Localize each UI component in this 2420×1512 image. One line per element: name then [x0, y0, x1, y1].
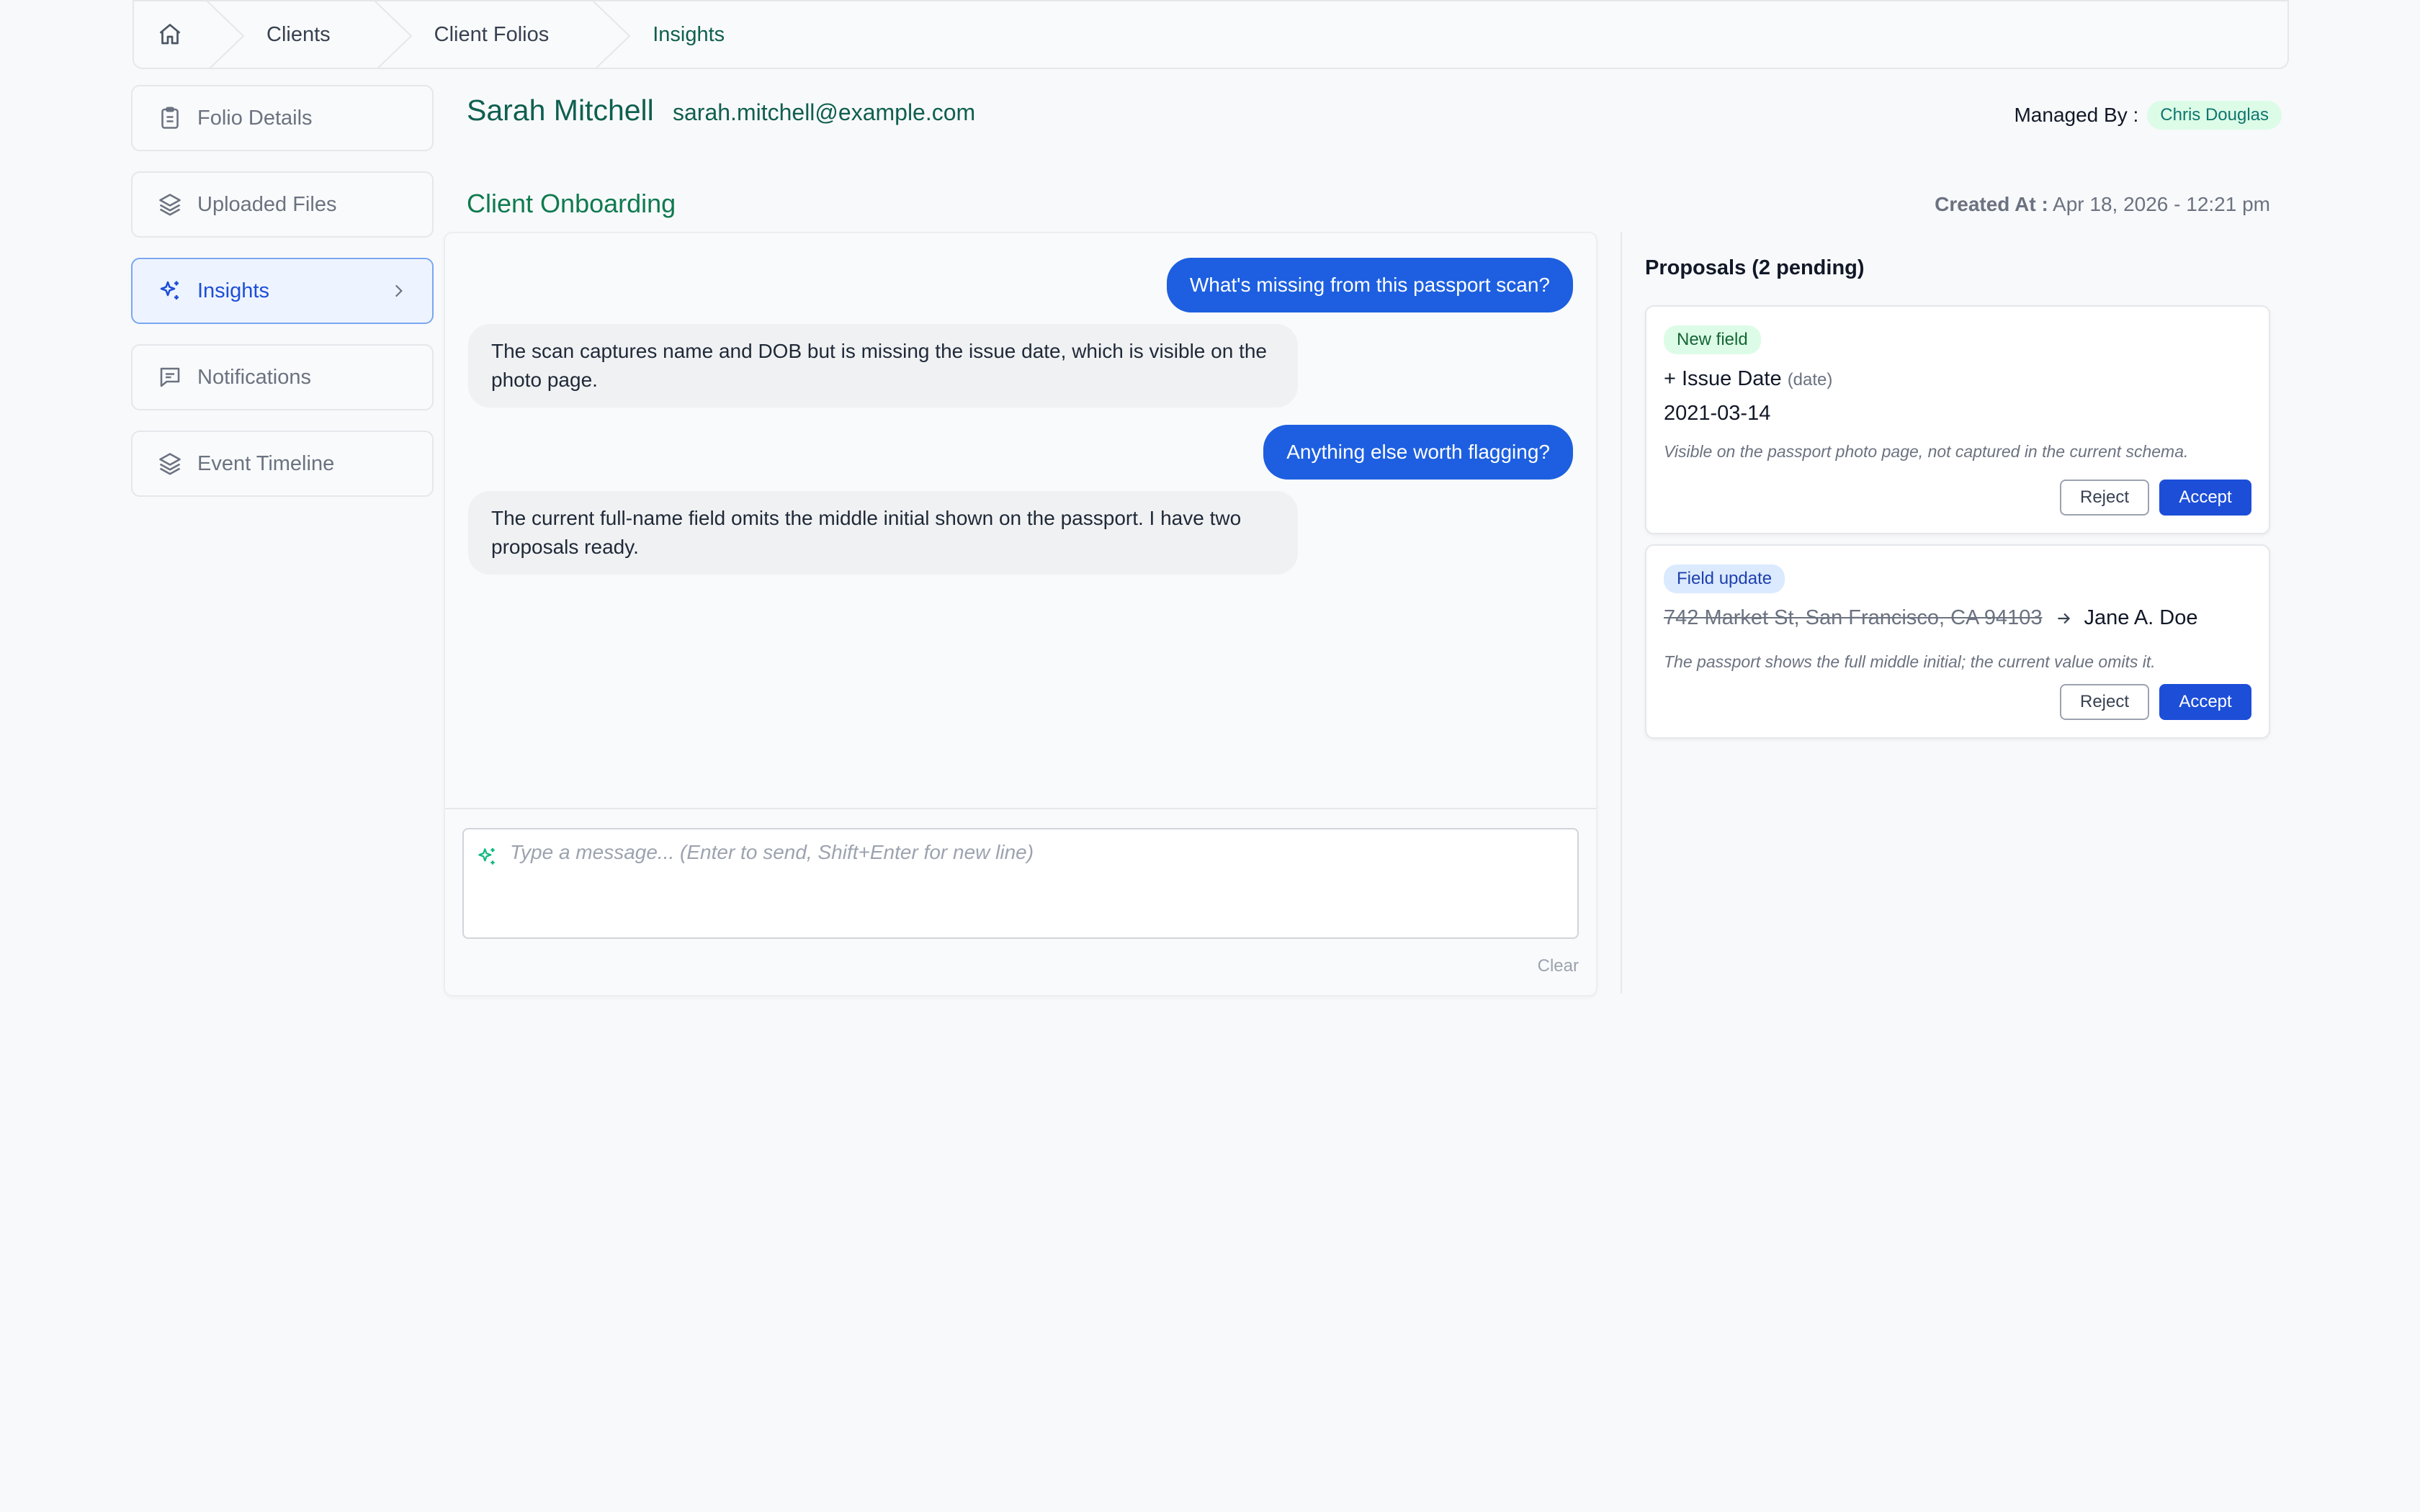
- proposal-note: Visible on the passport photo page, not …: [1664, 442, 2189, 461]
- managed-by: Managed By : Chris Douglas: [2014, 101, 2282, 130]
- breadcrumb-clients[interactable]: Clients: [245, 1, 374, 68]
- proposal-tag: New field: [1664, 325, 1761, 354]
- proposal-field-value: 2021-03-14: [1664, 402, 1771, 425]
- proposal-field-name: + Issue Date (date): [1664, 367, 1832, 391]
- breadcrumb-separator: [207, 1, 245, 68]
- home-icon: [159, 24, 181, 45]
- breadcrumb-separator: [593, 1, 631, 68]
- proposal-note: The passport shows the full middle initi…: [1664, 652, 2156, 671]
- created-at-value: Apr 18, 2026 - 12:21 pm: [2053, 193, 2270, 215]
- sidebar-item-event-timeline[interactable]: Event Timeline: [131, 431, 434, 497]
- sparkles-icon: [478, 848, 495, 865]
- proposals-title: Proposals (2 pending): [1645, 256, 1865, 279]
- message-input[interactable]: [510, 841, 1561, 927]
- message-square-icon: [160, 367, 180, 387]
- chat-divider: [445, 808, 1596, 809]
- reject-button[interactable]: Reject: [2060, 480, 2149, 516]
- clipboard-icon: [161, 107, 179, 129]
- accept-button[interactable]: Accept: [2159, 684, 2251, 720]
- sidebar-item-label: Insights: [197, 279, 269, 302]
- message-composer: [462, 828, 1579, 939]
- assistant-message: The current full-name field omits the mi…: [468, 491, 1298, 575]
- user-message: What's missing from this passport scan?: [1166, 258, 1573, 312]
- sidebar: Folio Details Uploaded Files Insights No…: [131, 85, 434, 517]
- sidebar-item-label: Notifications: [197, 365, 311, 389]
- breadcrumb-insights: Insights: [631, 1, 768, 68]
- layers-icon: [159, 453, 181, 475]
- sidebar-item-notifications[interactable]: Notifications: [131, 344, 434, 410]
- proposal-field-type: (date): [1787, 370, 1833, 390]
- sidebar-item-label: Uploaded Files: [197, 192, 337, 216]
- created-at: Created At : Apr 18, 2026 - 12:21 pm: [1935, 193, 2270, 216]
- clear-button[interactable]: Clear: [1538, 956, 1579, 976]
- section-title: Client Onboarding: [467, 189, 676, 218]
- sidebar-item-insights[interactable]: Insights: [131, 258, 434, 324]
- proposal-old-value: 742 Market St, San Francisco, CA 94103: [1664, 606, 2043, 629]
- user-message: Anything else worth flagging?: [1263, 425, 1573, 480]
- proposal-update: 742 Market St, San Francisco, CA 94103 J…: [1664, 606, 2198, 630]
- proposal-card-field-update: Field update 742 Market St, San Francisc…: [1645, 544, 2270, 739]
- panel-divider: [1621, 232, 1622, 994]
- breadcrumb: Clients Client Folios Insights: [133, 0, 2289, 69]
- breadcrumb-separator: [374, 1, 413, 68]
- sidebar-item-label: Folio Details: [197, 106, 313, 130]
- manager-badge: Chris Douglas: [2147, 101, 2282, 130]
- breadcrumb-home[interactable]: [134, 1, 206, 68]
- managed-by-label: Managed By :: [2014, 104, 2139, 126]
- reject-button[interactable]: Reject: [2060, 684, 2149, 720]
- accept-button[interactable]: Accept: [2159, 480, 2251, 516]
- sidebar-item-label: Event Timeline: [197, 451, 335, 475]
- arrow-right-icon: [2057, 613, 2070, 624]
- chat-panel: What's missing from this passport scan? …: [444, 232, 1597, 996]
- client-email: sarah.mitchell@example.com: [673, 99, 976, 125]
- proposal-card-new-field: New field + Issue Date (date) 2021-03-14…: [1645, 305, 2270, 534]
- proposal-field-label: + Issue Date: [1664, 367, 1782, 390]
- proposal-new-value: Jane A. Doe: [2084, 606, 2198, 629]
- sparkles-icon: [160, 281, 179, 300]
- breadcrumb-client-folios-label: Client Folios: [434, 22, 550, 46]
- created-at-label: Created At :: [1935, 193, 2048, 215]
- proposal-tag: Field update: [1664, 564, 1785, 593]
- sidebar-item-uploaded-files[interactable]: Uploaded Files: [131, 171, 434, 238]
- breadcrumb-client-folios[interactable]: Client Folios: [413, 1, 593, 68]
- chevron-right-icon: [395, 284, 403, 297]
- breadcrumb-clients-label: Clients: [266, 22, 331, 46]
- client-name: Sarah Mitchell: [467, 94, 654, 127]
- breadcrumb-insights-label: Insights: [653, 22, 725, 46]
- sidebar-item-folio-details[interactable]: Folio Details: [131, 85, 434, 151]
- layers-icon: [159, 194, 181, 216]
- assistant-message: The scan captures name and DOB but is mi…: [468, 324, 1298, 408]
